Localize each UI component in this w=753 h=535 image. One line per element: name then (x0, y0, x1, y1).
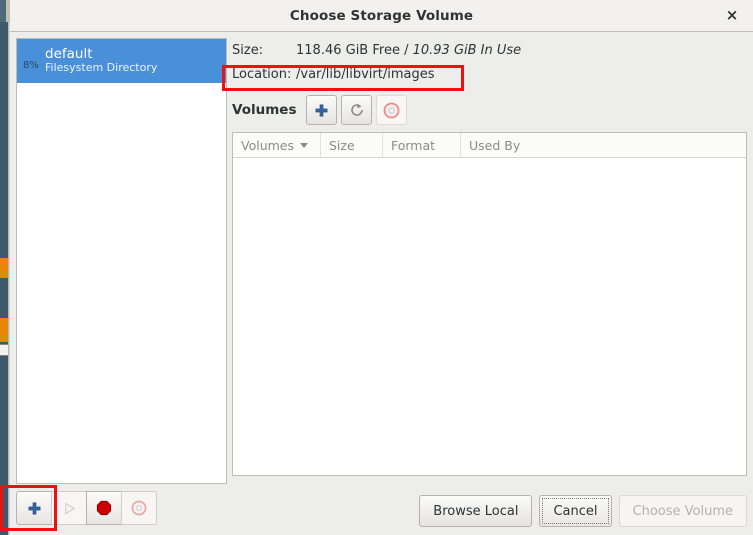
pool-name: default (45, 45, 93, 62)
play-icon (64, 502, 75, 514)
add-volume-button[interactable] (306, 95, 338, 125)
pool-toolbar (16, 491, 157, 525)
stop-pool-button[interactable] (86, 491, 122, 525)
delete-volume-button (376, 95, 408, 125)
chevron-down-icon (300, 142, 309, 148)
plus-icon (28, 502, 40, 514)
delete-icon (131, 500, 147, 516)
dialog-titlebar: Choose Storage Volume × (10, 0, 753, 32)
pool-type: Filesystem Directory (45, 61, 158, 75)
background-accent-mark-2 (0, 318, 8, 342)
cancel-button[interactable]: Cancel (539, 495, 612, 527)
location-label: Location: (232, 66, 292, 82)
dialog-title: Choose Storage Volume (289, 7, 474, 24)
column-header-used-by[interactable]: Used By (461, 133, 746, 157)
column-header-size[interactable]: Size (321, 133, 383, 157)
list-item[interactable]: 8% default Filesystem Directory (17, 39, 226, 83)
add-pool-button[interactable] (16, 491, 52, 525)
dialog-action-bar: Browse Local Cancel Choose Volume (419, 495, 747, 527)
column-header-format[interactable]: Format (383, 133, 461, 157)
close-icon[interactable]: × (721, 5, 743, 27)
volumes-heading: Volumes (232, 102, 297, 118)
volumes-table[interactable]: Volumes Size Format Used By (232, 132, 747, 476)
pool-usage-percent: 8% (23, 59, 39, 71)
column-header-volumes-label: Volumes (241, 137, 295, 153)
volumes-table-body[interactable] (233, 158, 746, 475)
location-value: /var/lib/libvirt/images (296, 66, 435, 82)
refresh-volumes-button[interactable] (341, 95, 373, 125)
volume-details-pane: Size: 118.46 GiB Free / 10.93 GiB In Use… (232, 38, 747, 535)
size-inuse-text: 10.93 GiB In Use (412, 42, 522, 58)
size-value: 118.46 GiB Free / 10.93 GiB In Use (296, 43, 521, 58)
background-accent-mark-1 (0, 258, 8, 278)
volumes-toolbar: Volumes (232, 94, 747, 126)
storage-pool-list[interactable]: 8% default Filesystem Directory (16, 38, 227, 484)
dialog-body: 8% default Filesystem Directory Size: 11… (10, 33, 753, 535)
choose-storage-volume-dialog: Choose Storage Volume × 8% default Files… (10, 0, 753, 535)
location-row: Location: /var/lib/libvirt/images (232, 62, 747, 86)
browse-local-button[interactable]: Browse Local (419, 495, 533, 527)
choose-volume-button: Choose Volume (618, 495, 747, 527)
stop-icon (96, 500, 112, 516)
refresh-icon (351, 103, 363, 116)
size-row: Size: 118.46 GiB Free / 10.93 GiB In Use (232, 38, 747, 62)
pool-text-block: default Filesystem Directory (45, 45, 158, 75)
column-header-volumes[interactable]: Volumes (233, 133, 321, 157)
background-chip (0, 344, 8, 356)
size-free-text: 118.46 GiB Free / (296, 42, 413, 58)
background-top-cap-edge (0, 0, 6, 22)
delete-icon (384, 102, 400, 118)
size-label: Size: (232, 42, 264, 58)
start-pool-button (51, 491, 87, 525)
volumes-table-header: Volumes Size Format Used By (233, 133, 746, 158)
delete-pool-button (121, 491, 157, 525)
plus-icon (316, 104, 328, 116)
